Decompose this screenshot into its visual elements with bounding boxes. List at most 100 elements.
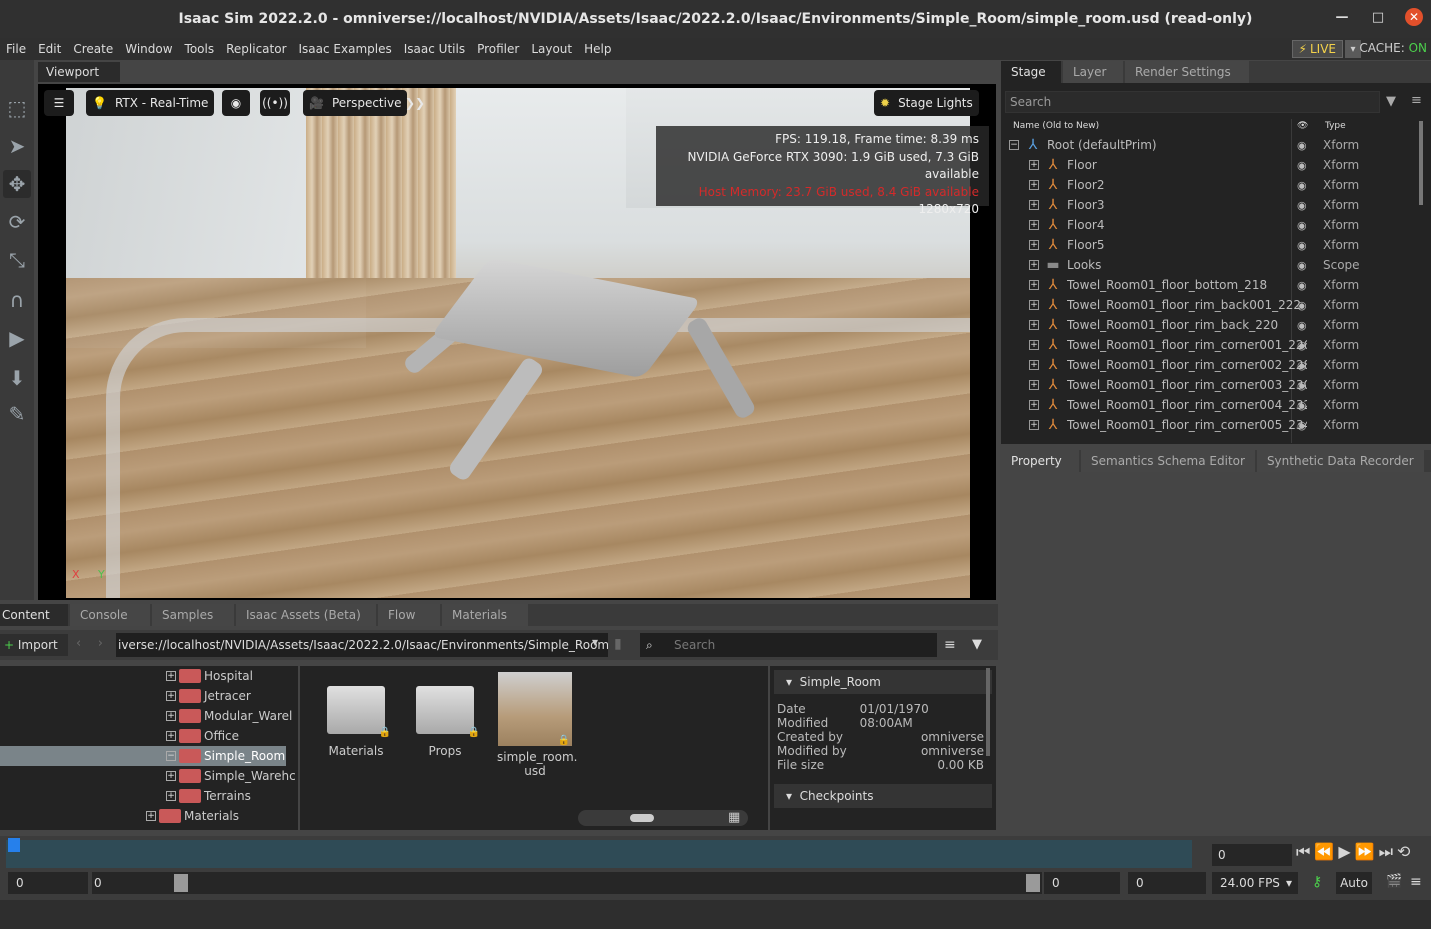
maximize-button[interactable]: □ <box>1369 8 1387 26</box>
expand-icon[interactable]: + <box>1029 280 1039 290</box>
end-time-field[interactable]: 0 <box>1128 872 1206 894</box>
menu-window[interactable]: Window <box>119 42 178 56</box>
expand-icon[interactable]: + <box>166 671 176 681</box>
folder-item-materials[interactable]: 🔒 Materials <box>318 672 394 758</box>
stage-search-input[interactable]: Search <box>1005 91 1380 113</box>
tab-render-settings[interactable]: Render Settings <box>1125 61 1249 83</box>
start-time-field[interactable]: 0 <box>8 872 88 894</box>
content-search-input[interactable]: ⌕ Search <box>640 633 937 657</box>
scrollbar[interactable] <box>986 668 990 756</box>
list-view-icon[interactable]: ≡ <box>944 637 956 653</box>
visibility-eye-icon[interactable]: ◉ <box>1297 279 1307 292</box>
expand-icon[interactable]: + <box>1029 360 1039 370</box>
visibility-eye-icon[interactable]: ◉ <box>1297 319 1307 332</box>
viewport-settings-button[interactable]: ☰ <box>44 90 74 116</box>
eye-icon[interactable]: 👁 <box>1297 121 1308 131</box>
stage-row[interactable]: + ⅄ Towel_Room01_floor_rim_corner001_226 ◉ X… <box>1003 335 1417 355</box>
menu-profiler[interactable]: Profiler <box>471 42 525 56</box>
stage-row[interactable]: + ⅄ Floor3 ◉ Xform <box>1003 195 1417 215</box>
menu-icon[interactable]: ≡ <box>1411 93 1422 108</box>
stage-row[interactable]: + ⅄ Floor2 ◉ Xform <box>1003 175 1417 195</box>
stage-row[interactable]: + ⅄ Towel_Room01_floor_rim_corner003_230 ◉ X… <box>1003 375 1417 395</box>
play-icon[interactable]: ▶ <box>1338 842 1350 862</box>
visibility-eye-icon[interactable]: ◉ <box>1297 159 1307 172</box>
folder-item-props[interactable]: 🔒 Props <box>407 672 483 758</box>
rotate-icon[interactable]: ⟳ <box>3 208 31 236</box>
expand-icon[interactable]: + <box>1029 420 1039 430</box>
visibility-eye-icon[interactable]: ◉ <box>1297 139 1307 152</box>
menu-replicator[interactable]: Replicator <box>220 42 292 56</box>
expand-icon[interactable]: + <box>1029 260 1039 270</box>
select-mode-icon[interactable]: ⬚ <box>3 94 31 122</box>
tab-semantics-schema-editor[interactable]: Semantics Schema Editor <box>1081 450 1255 472</box>
info-section-header[interactable]: ▾ Simple_Room <box>774 670 992 694</box>
auto-key-button[interactable]: Auto <box>1336 872 1372 894</box>
expand-icon[interactable]: + <box>146 811 156 821</box>
clapperboard-icon[interactable]: 🎬 <box>1386 874 1402 889</box>
range-slider[interactable]: 0 <box>92 872 1042 894</box>
checkpoints-header[interactable]: ▾ Checkpoints <box>774 784 992 808</box>
camera-button[interactable]: 🎥 Perspective <box>303 90 408 116</box>
menu-layout[interactable]: Layout <box>525 42 578 56</box>
expand-icon[interactable]: − <box>166 751 176 761</box>
column-type[interactable]: Type <box>1325 121 1346 131</box>
close-button[interactable]: ✕ <box>1405 8 1423 26</box>
tab-layer[interactable]: Layer <box>1063 61 1123 83</box>
tree-item[interactable]: + Modular_Warel <box>166 706 292 726</box>
visibility-eye-icon[interactable]: ◉ <box>1297 299 1307 312</box>
tree-item[interactable]: + Simple_Warehc <box>166 766 296 786</box>
visibility-eye-icon[interactable]: ◉ <box>1297 419 1307 432</box>
file-item-simple-room[interactable]: 🔒 simple_room. usd <box>497 672 577 778</box>
bookmark-icon[interactable]: ▮ <box>614 636 622 652</box>
move-icon[interactable]: ✥ <box>3 170 31 198</box>
grid-view-icon[interactable]: ▦ <box>728 810 740 825</box>
prev-key-icon[interactable]: ⏪ <box>1314 842 1334 862</box>
fps-select[interactable]: 24.00 FPS ▾ <box>1212 872 1298 894</box>
expand-icon[interactable]: + <box>1029 200 1039 210</box>
visibility-eye-icon[interactable]: ◉ <box>1297 339 1307 352</box>
expand-icon[interactable]: + <box>1029 240 1039 250</box>
visibility-button[interactable]: ◉ <box>222 90 250 116</box>
tab-property[interactable]: Property <box>1001 450 1079 472</box>
scrollbar[interactable] <box>1419 121 1423 205</box>
snap-icon[interactable]: ∩ <box>3 286 31 314</box>
path-input[interactable]: iverse://localhost/NVIDIA/Assets/Isaac/2… <box>116 633 608 657</box>
next-key-icon[interactable]: ⏩ <box>1355 842 1375 862</box>
visibility-eye-icon[interactable]: ◉ <box>1297 259 1307 272</box>
playhead[interactable] <box>8 838 20 852</box>
tab-synthetic-data-recorder[interactable]: Synthetic Data Recorder <box>1256 450 1424 472</box>
visibility-eye-icon[interactable]: ◉ <box>1297 379 1307 392</box>
minimize-button[interactable]: — <box>1333 8 1351 26</box>
tab-flow[interactable]: Flow <box>378 604 440 626</box>
range-end-handle[interactable] <box>1026 874 1040 892</box>
live-button[interactable]: ⚡ LIVE <box>1291 40 1343 58</box>
stage-row[interactable]: + ⅄ Towel_Room01_floor_rim_corner002_228 ◉ X… <box>1003 355 1417 375</box>
visibility-eye-icon[interactable]: ◉ <box>1297 399 1307 412</box>
menu-tools[interactable]: Tools <box>179 42 221 56</box>
tab-content[interactable]: Content <box>0 604 68 626</box>
select-arrow-icon[interactable]: ➤ <box>3 132 31 160</box>
expand-icon[interactable]: + <box>166 731 176 741</box>
renderer-button[interactable]: 💡 RTX - Real-Time <box>86 90 215 116</box>
expand-icon[interactable]: + <box>166 691 176 701</box>
stage-row[interactable]: + ⅄ Floor5 ◉ Xform <box>1003 235 1417 255</box>
column-name[interactable]: Name (Old to New) <box>1013 121 1099 131</box>
visibility-eye-icon[interactable]: ◉ <box>1297 199 1307 212</box>
tab-stage[interactable]: Stage <box>1001 61 1061 83</box>
range-end-field[interactable]: 0 <box>1044 872 1120 894</box>
filter-icon[interactable]: ▼ <box>1386 94 1396 109</box>
stage-row[interactable]: + ⅄ Floor4 ◉ Xform <box>1003 215 1417 235</box>
key-icon[interactable]: ⚷ <box>1312 874 1322 890</box>
step-forward-icon[interactable]: ⏭ <box>1379 842 1393 862</box>
collapse-icon[interactable]: − <box>1009 140 1019 150</box>
expand-icon[interactable]: + <box>1029 220 1039 230</box>
import-button[interactable]: + Import <box>0 634 68 656</box>
menu-icon[interactable]: ≡ <box>1410 874 1422 890</box>
menu-create[interactable]: Create <box>67 42 119 56</box>
expand-icon[interactable]: + <box>166 771 176 781</box>
tab-materials[interactable]: Materials <box>442 604 528 626</box>
visibility-eye-icon[interactable]: ◉ <box>1297 239 1307 252</box>
stage-row[interactable]: + ▬ Looks ◉ Scope <box>1003 255 1417 275</box>
range-start-handle[interactable] <box>174 874 188 892</box>
viewport-expand-button[interactable]: ❯❯ <box>405 90 425 116</box>
